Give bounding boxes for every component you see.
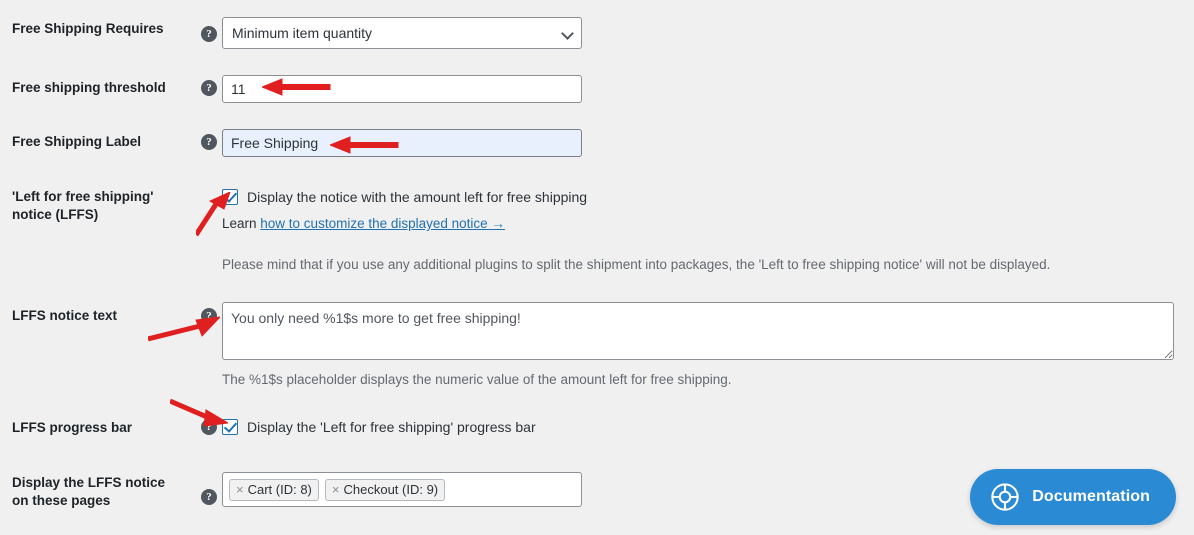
remove-tag-icon[interactable]: × [332, 482, 340, 497]
learn-line: Learn how to customize the displayed not… [222, 215, 1182, 233]
lffs-notice-checkbox-label: Display the notice with the amount left … [247, 189, 588, 205]
settings-page: Free Shipping Requires ? Minimum item qu… [0, 0, 1194, 535]
customize-notice-link[interactable]: how to customize the displayed notice → [260, 216, 505, 231]
free-shipping-threshold-input[interactable] [222, 75, 582, 103]
help-icon[interactable]: ? [201, 134, 217, 150]
lffs-progress-bar-checkbox-row[interactable]: Display the 'Left for free shipping' pro… [222, 418, 536, 436]
chevron-down-icon [561, 27, 574, 40]
label-free-shipping-requires: Free Shipping Requires [12, 21, 164, 36]
label-free-shipping-label: Free Shipping Label [12, 134, 142, 149]
lffs-pages-tag-input[interactable]: × Cart (ID: 8) × Checkout (ID: 9) [222, 472, 582, 507]
tag-label: Cart (ID: 8) [247, 482, 312, 497]
learn-prefix: Learn [222, 216, 261, 231]
lffs-notice-checkbox[interactable] [222, 189, 238, 205]
lifebuoy-icon [991, 483, 1019, 511]
help-icon[interactable]: ? [201, 26, 217, 42]
lffs-notice-textarea[interactable]: You only need %1$s more to get free ship… [222, 302, 1174, 360]
lffs-progress-bar-checkbox[interactable] [222, 419, 238, 435]
tag-chip[interactable]: × Cart (ID: 8) [229, 478, 319, 501]
documentation-label: Documentation [1032, 488, 1150, 505]
remove-tag-icon[interactable]: × [236, 482, 244, 497]
lffs-notice-checkbox-row[interactable]: Display the notice with the amount left … [222, 188, 1182, 206]
label-lffs-progress-bar: LFFS progress bar [12, 420, 133, 435]
free-shipping-requires-select[interactable]: Minimum item quantity [222, 17, 582, 49]
label-lffs-pages: Display the LFFS notice on these pages [12, 475, 166, 508]
select-value: Minimum item quantity [232, 25, 373, 41]
lffs-notice-hint: Please mind that if you use any addition… [222, 257, 1051, 272]
help-icon[interactable]: ? [201, 489, 217, 505]
help-icon[interactable]: ? [201, 419, 217, 435]
tag-label: Checkout (ID: 9) [343, 482, 439, 497]
tag-chip[interactable]: × Checkout (ID: 9) [324, 478, 446, 501]
help-icon[interactable]: ? [201, 80, 217, 96]
label-lffs-notice: 'Left for free shipping' notice (LFFS) [12, 189, 154, 222]
label-free-shipping-threshold: Free shipping threshold [12, 80, 166, 95]
free-shipping-label-input[interactable] [222, 129, 582, 157]
documentation-button[interactable]: Documentation [970, 469, 1176, 525]
help-icon[interactable]: ? [201, 308, 217, 324]
label-lffs-notice-text: LFFS notice text [12, 308, 118, 323]
lffs-notice-text-hint: The %1$s placeholder displays the numeri… [222, 372, 732, 387]
lffs-progress-bar-checkbox-label: Display the 'Left for free shipping' pro… [247, 419, 536, 435]
